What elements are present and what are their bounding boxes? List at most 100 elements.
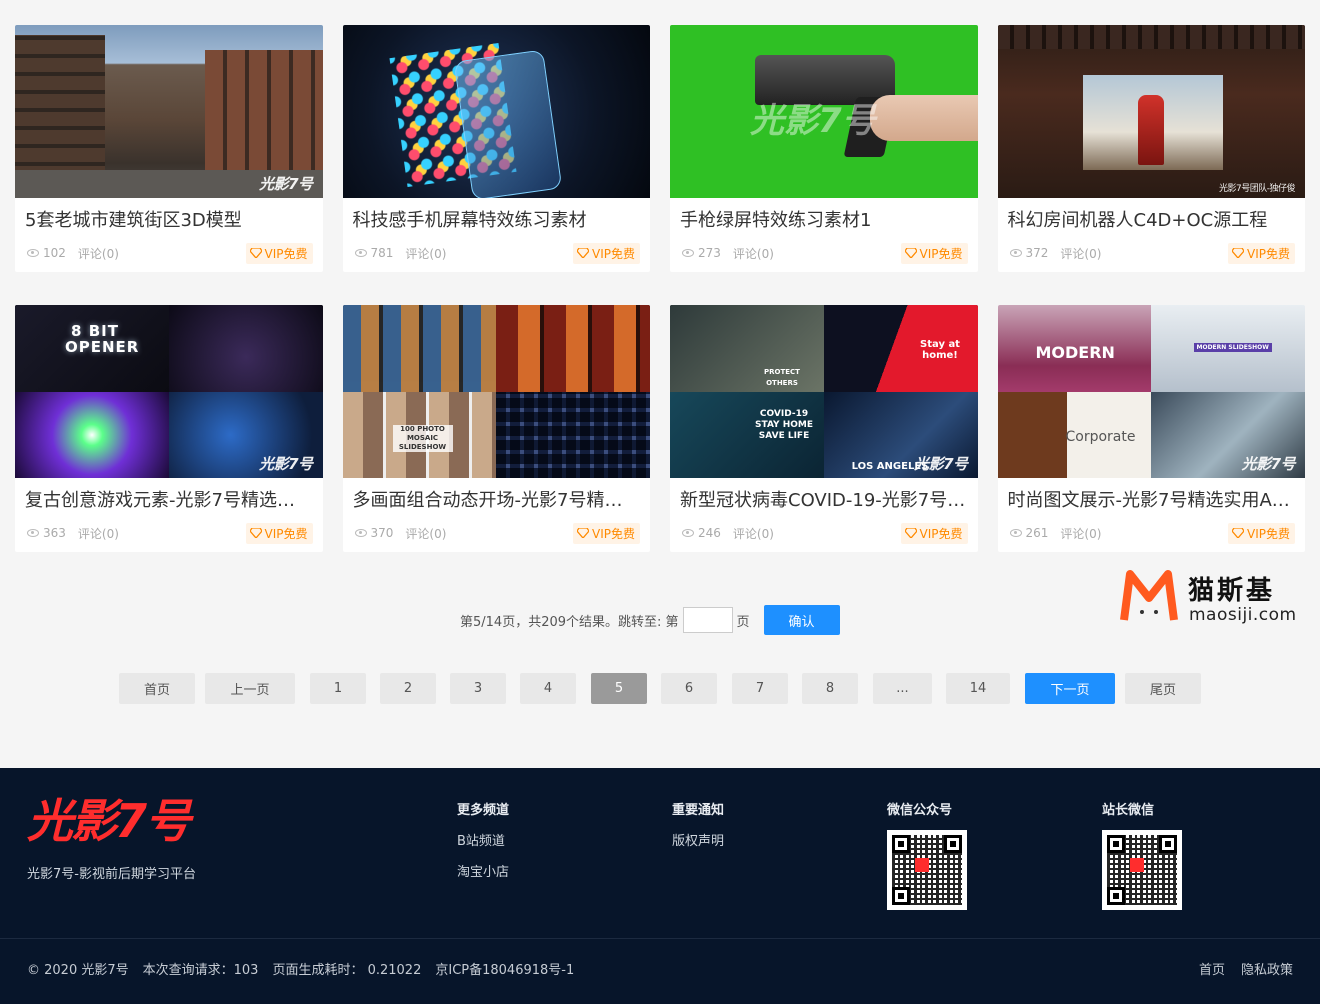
view-count: 372 [1025,246,1049,260]
icp-number[interactable]: 京ICP备18046918号-1 [435,959,574,978]
page-button[interactable]: 6 [661,673,717,704]
thumbnail-text: MODERN [1035,343,1115,362]
page-button[interactable]: 1 [310,673,366,704]
diamond-icon [1232,248,1244,258]
next-page-button[interactable]: 下一页 [1025,673,1115,704]
eye-icon [354,529,367,537]
thumbnail-text: Corporate [1065,429,1136,445]
card-thumbnail[interactable]: 光影7号 [15,25,323,198]
page-jump: 第5/14页，共209个结果。跳转至: 第 页 确认 [460,605,840,635]
page-button[interactable]: 14 [946,673,1010,704]
comment-count: 评论(0) [77,526,119,541]
card-title[interactable]: 手枪绿屏特效练习素材1 [670,208,978,234]
current-page-button[interactable]: 5 [591,673,647,704]
card-title[interactable]: 5套老城市建筑街区3D模型 [15,208,323,234]
resource-card[interactable]: MODERN Corporate MODERN SLIDESHOW 光影7号 时… [997,305,1306,552]
thumbnail-watermark: 光影7号 [914,455,968,473]
view-count: 370 [370,526,394,540]
eye-icon [1009,249,1022,257]
card-meta: 370 评论(0) VIP免费 [354,522,640,544]
vip-badge: VIP免费 [245,242,313,264]
footer-bottom-links: 首页 隐私政策 [1199,959,1293,978]
resource-card[interactable]: 8 BIT OPENER 光影7号 复古创意游戏元素-光影7号精选实用AE模板 … [15,305,323,552]
footer-col-wechat-official: 微信公众号 [887,799,967,910]
card-thumbnail[interactable]: 8 BIT OPENER 光影7号 [15,305,323,478]
card-title[interactable]: 新型冠状病毒COVID-19-光影7号精选实用AE模板 [670,488,978,514]
thumbnail-watermark: 光影7号 [259,175,313,193]
thumbnail-text: 8 BIT OPENER [65,322,140,356]
card-thumbnail[interactable] [342,25,650,198]
resource-card[interactable]: 科技感手机屏幕特效练习素材 781 评论(0) VIP免费 [342,25,651,272]
resource-card[interactable]: 光影7号 手枪绿屏特效练习素材1 273 评论(0) VIP免费 [670,25,978,272]
footer-link-copyright[interactable]: 版权声明 [672,830,724,849]
comment-count: 评论(0) [405,526,447,541]
card-thumbnail[interactable]: Stay at home! COVID-19 STAY HOME SAVE LI… [670,305,978,478]
comment-count: 评论(0) [405,246,447,261]
comment-count: 评论(0) [732,246,774,261]
resource-card[interactable]: 光影7号团队-独仔俊 科幻房间机器人C4D+OC源工程 372 评论(0) VI… [997,25,1306,272]
card-title[interactable]: 时尚图文展示-光影7号精选实用AE模板 [998,488,1306,514]
site-footer: 光影7号 光影7号-影视前后期学习平台 更多频道 B站频道 淘宝小店 重要通知 … [0,768,1320,1004]
comment-count: 评论(0) [1060,246,1102,261]
card-title[interactable]: 多画面组合动态开场-光影7号精选实用AE模板 [343,488,651,514]
page-button[interactable]: 8 [802,673,858,704]
resource-card[interactable]: 光影7号 5套老城市建筑街区3D模型 102 评论(0) VIP免费 [15,25,323,272]
page-suffix: 页 [736,614,750,630]
comment-count: 评论(0) [1060,526,1102,541]
page-button[interactable]: 7 [732,673,788,704]
card-thumbnail[interactable]: MODERN Corporate MODERN SLIDESHOW 光影7号 [997,305,1305,478]
card-thumbnail[interactable]: 光影7号 [670,25,978,198]
page-ellipsis: ... [873,673,932,704]
resource-grid: 光影7号 5套老城市建筑街区3D模型 102 评论(0) VIP免费 科技感手机… [15,25,1305,552]
thumbnail-text: MODERN SLIDESHOW [1193,343,1272,352]
card-meta: 372 评论(0) VIP免费 [1009,242,1295,264]
footer-col-channels: 更多频道 B站频道 淘宝小店 [457,799,509,892]
card-thumbnail[interactable]: 100 PHOTO MOSAIC SLIDESHOW [342,305,650,478]
wechat-admin-qr-code [1102,830,1182,910]
card-meta: 363 评论(0) VIP免费 [27,522,313,544]
page-info-text: 第5/14页，共209个结果。跳转至: 第 [460,614,679,630]
footer-link-home[interactable]: 首页 [1199,959,1225,978]
eye-icon [1009,529,1022,537]
resource-card[interactable]: 100 PHOTO MOSAIC SLIDESHOW 多画面组合动态开场-光影7… [342,305,651,552]
diamond-icon [1232,528,1244,538]
prev-page-button[interactable]: 上一页 [205,673,295,704]
resource-card[interactable]: Stay at home! COVID-19 STAY HOME SAVE LI… [670,305,978,552]
diamond-icon [249,248,262,258]
vip-badge: VIP免费 [245,522,313,544]
footer-col-title: 微信公众号 [887,803,953,818]
page-button[interactable]: 2 [380,673,436,704]
card-thumbnail[interactable]: 光影7号团队-独仔俊 [997,25,1305,198]
footer-logo[interactable]: 光影7号 [27,796,191,846]
maosiji-logo-icon [1120,570,1178,621]
vip-badge: VIP免费 [1228,242,1295,264]
footer-link-taobao[interactable]: 淘宝小店 [457,861,509,880]
maosiji-watermark: 猫斯基 maosiji.com [1120,568,1320,628]
vip-badge: VIP免费 [573,242,640,264]
card-title[interactable]: 复古创意游戏元素-光影7号精选实用AE模板 [15,488,323,514]
vip-badge: VIP免费 [573,522,640,544]
footer-col-title: 更多频道 [457,803,510,818]
card-meta: 261 评论(0) VIP免费 [1009,522,1295,544]
footer-link-bilibili[interactable]: B站频道 [457,830,509,849]
generation-time: 页面生成耗时： 0.21022 [272,963,422,978]
page-button[interactable]: 4 [520,673,576,704]
vip-badge: VIP免费 [1228,522,1295,544]
card-meta: 781 评论(0) VIP免费 [354,242,640,264]
vip-badge: VIP免费 [900,242,968,264]
card-title[interactable]: 科技感手机屏幕特效练习素材 [343,208,651,234]
pagination: 首页 上一页 1 2 3 4 5 6 7 8 ... 14 下一页 尾页 [119,673,1201,704]
eye-icon [354,249,367,257]
footer-link-privacy[interactable]: 隐私政策 [1241,959,1293,978]
vip-badge: VIP免费 [900,522,968,544]
view-count: 273 [698,246,721,260]
watermark-en: maosiji.com [1189,605,1297,625]
card-title[interactable]: 科幻房间机器人C4D+OC源工程 [998,208,1306,234]
last-page-button[interactable]: 尾页 [1125,673,1201,704]
page-button[interactable]: 3 [450,673,506,704]
copyright-text: © 2020 光影7号 [27,963,129,978]
page-jump-input[interactable] [682,607,733,633]
view-count: 102 [43,246,66,260]
confirm-button[interactable]: 确认 [763,605,840,635]
first-page-button[interactable]: 首页 [119,673,195,704]
